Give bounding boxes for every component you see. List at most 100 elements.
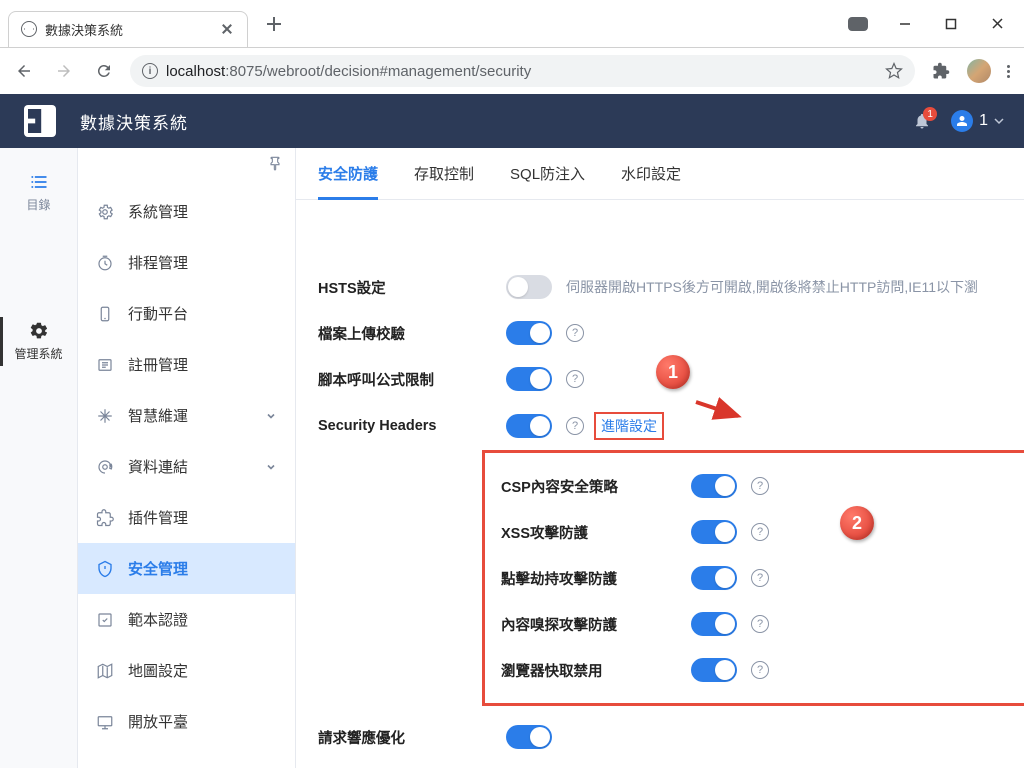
help-icon[interactable]: ? xyxy=(751,477,769,495)
toggle-sec-headers[interactable] xyxy=(506,414,552,438)
sidebar-item-plugins[interactable]: 插件管理 xyxy=(78,492,295,543)
browser-menu-button[interactable] xyxy=(1003,61,1014,82)
new-tab-button[interactable] xyxy=(260,10,288,38)
notifications-button[interactable]: 1 xyxy=(913,112,931,130)
incognito-icon xyxy=(848,17,868,31)
toggle-sniff[interactable] xyxy=(691,612,737,636)
toggle-csp[interactable] xyxy=(691,474,737,498)
sidebar-item-schedule[interactable]: 排程管理 xyxy=(78,237,295,288)
settings-panel: HSTS設定 伺服器開啟HTTPS後方可開啟,開啟後將禁止HTTP訪問,IE11… xyxy=(296,200,1024,768)
rail-label-catalog: 目錄 xyxy=(26,196,50,213)
sidebar: 系統管理 排程管理 行動平台 註冊管理 智慧維運 資料連結 插件管理 安全管理 … xyxy=(78,148,296,768)
help-icon[interactable]: ? xyxy=(566,370,584,388)
help-icon[interactable]: ? xyxy=(751,615,769,633)
sidebar-item-map[interactable]: 地圖設定 xyxy=(78,645,295,696)
profile-avatar[interactable] xyxy=(967,59,991,83)
extensions-button[interactable] xyxy=(927,57,955,85)
label-click: 點擊劫持攻擊防護 xyxy=(501,568,691,589)
user-count: 1 xyxy=(979,112,988,130)
sidebar-menu: 系統管理 排程管理 行動平台 註冊管理 智慧維運 資料連結 插件管理 安全管理 … xyxy=(78,156,295,747)
row-token: Token認證增強 開啟後Token認證時將校驗IP是否變更,同一IP才會驗證透… xyxy=(296,760,1024,768)
sidebar-item-intelliops[interactable]: 智慧維運 xyxy=(78,390,295,441)
row-upload: 檔案上傳校驗 ? xyxy=(296,310,1024,356)
chevron-down-icon xyxy=(994,116,1004,126)
tab-access-control[interactable]: 存取控制 xyxy=(414,148,474,199)
sidebar-label: 插件管理 xyxy=(128,507,188,528)
link-advanced-settings[interactable]: 進階設定 xyxy=(594,412,664,440)
label-hsts: HSTS設定 xyxy=(318,277,506,298)
maximize-button[interactable] xyxy=(928,9,974,39)
row-sniff: 內容嗅探攻擊防護 ? xyxy=(501,601,1024,647)
reload-button[interactable] xyxy=(90,57,118,85)
help-icon[interactable]: ? xyxy=(751,523,769,541)
row-hsts: HSTS設定 伺服器開啟HTTPS後方可開啟,開啟後將禁止HTTP訪問,IE11… xyxy=(296,264,1024,310)
help-icon[interactable]: ? xyxy=(751,569,769,587)
toggle-cache[interactable] xyxy=(691,658,737,682)
rail-item-catalog[interactable]: 目錄 xyxy=(0,162,77,223)
url-text: localhost:8075/webroot/decision#manageme… xyxy=(166,63,531,80)
row-clickjack: 點擊劫持攻擊防護 ? xyxy=(501,555,1024,601)
toggle-upload[interactable] xyxy=(506,321,552,345)
toggle-script[interactable] xyxy=(506,367,552,391)
sidebar-label: 系統管理 xyxy=(128,201,188,222)
help-icon[interactable]: ? xyxy=(566,417,584,435)
sidebar-item-openplatform[interactable]: 開放平臺 xyxy=(78,696,295,747)
label-sniff: 內容嗅探攻擊防護 xyxy=(501,614,691,635)
site-info-icon[interactable]: i xyxy=(142,63,158,79)
label-csp: CSP內容安全策略 xyxy=(501,476,691,497)
label-sec-headers: Security Headers xyxy=(318,418,506,434)
help-icon[interactable]: ? xyxy=(751,661,769,679)
close-icon[interactable] xyxy=(219,21,235,37)
sidebar-item-datalink[interactable]: 資料連結 xyxy=(78,441,295,492)
notification-badge: 1 xyxy=(923,107,937,121)
annotation-arrow-icon xyxy=(692,396,752,426)
app-header: 數據決策系統 1 1 xyxy=(0,94,1024,148)
forward-button[interactable] xyxy=(50,57,78,85)
sidebar-label: 地圖設定 xyxy=(128,660,188,681)
bookmark-icon[interactable] xyxy=(885,62,903,80)
sidebar-item-register[interactable]: 註冊管理 xyxy=(78,339,295,390)
back-button[interactable] xyxy=(10,57,38,85)
sidebar-item-template[interactable]: 範本認證 xyxy=(78,594,295,645)
app-title: 數據決策系統 xyxy=(80,109,188,134)
close-window-button[interactable] xyxy=(974,9,1020,39)
toggle-resp-opt[interactable] xyxy=(506,725,552,749)
sidebar-item-security[interactable]: 安全管理 xyxy=(78,543,295,594)
browser-toolbar: i localhost:8075/webroot/decision#manage… xyxy=(0,48,1024,94)
toggle-click[interactable] xyxy=(691,566,737,590)
sidebar-item-mobile[interactable]: 行動平台 xyxy=(78,288,295,339)
user-menu[interactable]: 1 xyxy=(951,110,1004,132)
toggle-hsts[interactable] xyxy=(506,275,552,299)
annotation-badge-2: 2 xyxy=(840,506,874,540)
rail-item-management[interactable]: 管理系統 xyxy=(0,311,77,372)
tab-strip: 數據決策系統 xyxy=(0,0,288,47)
tab-watermark[interactable]: 水印設定 xyxy=(621,148,681,199)
sidebar-item-system[interactable]: 系統管理 xyxy=(78,186,295,237)
row-csp: CSP內容安全策略 ? xyxy=(501,463,1024,509)
tab-sql-injection[interactable]: SQL防注入 xyxy=(510,148,585,199)
row-response-opt: 請求響應優化 xyxy=(296,714,1024,760)
pin-icon[interactable] xyxy=(267,156,283,172)
globe-icon xyxy=(21,21,37,37)
window-titlebar: 數據決策系統 xyxy=(0,0,1024,48)
chevron-down-icon xyxy=(265,461,277,473)
sidebar-label: 資料連結 xyxy=(128,456,188,477)
browser-tab[interactable]: 數據決策系統 xyxy=(8,11,248,47)
tab-security-protection[interactable]: 安全防護 xyxy=(318,148,378,199)
toggle-xss[interactable] xyxy=(691,520,737,544)
sidebar-label: 行動平台 xyxy=(128,303,188,324)
rail-label-management: 管理系統 xyxy=(14,345,62,362)
sidebar-label: 安全管理 xyxy=(128,558,188,579)
sidebar-label: 註冊管理 xyxy=(128,354,188,375)
label-script: 腳本呼叫公式限制 xyxy=(318,369,506,390)
row-security-headers: Security Headers ? 進階設定 xyxy=(296,402,1024,450)
minimize-button[interactable] xyxy=(882,9,928,39)
security-headers-subpanel: CSP內容安全策略 ? XSS攻擊防護 ? 點擊劫持攻擊防護 ? 內容嗅探攻擊防… xyxy=(482,450,1024,706)
user-avatar-icon xyxy=(951,110,973,132)
desc-hsts: 伺服器開啟HTTPS後方可開啟,開啟後將禁止HTTP訪問,IE11以下瀏 xyxy=(566,277,978,297)
label-upload: 檔案上傳校驗 xyxy=(318,323,506,344)
address-bar[interactable]: i localhost:8075/webroot/decision#manage… xyxy=(130,55,915,87)
help-icon[interactable]: ? xyxy=(566,324,584,342)
content-area: 安全防護 存取控制 SQL防注入 水印設定 HSTS設定 伺服器開啟HTTPS後… xyxy=(296,148,1024,768)
content-tabs: 安全防護 存取控制 SQL防注入 水印設定 xyxy=(296,148,1024,200)
